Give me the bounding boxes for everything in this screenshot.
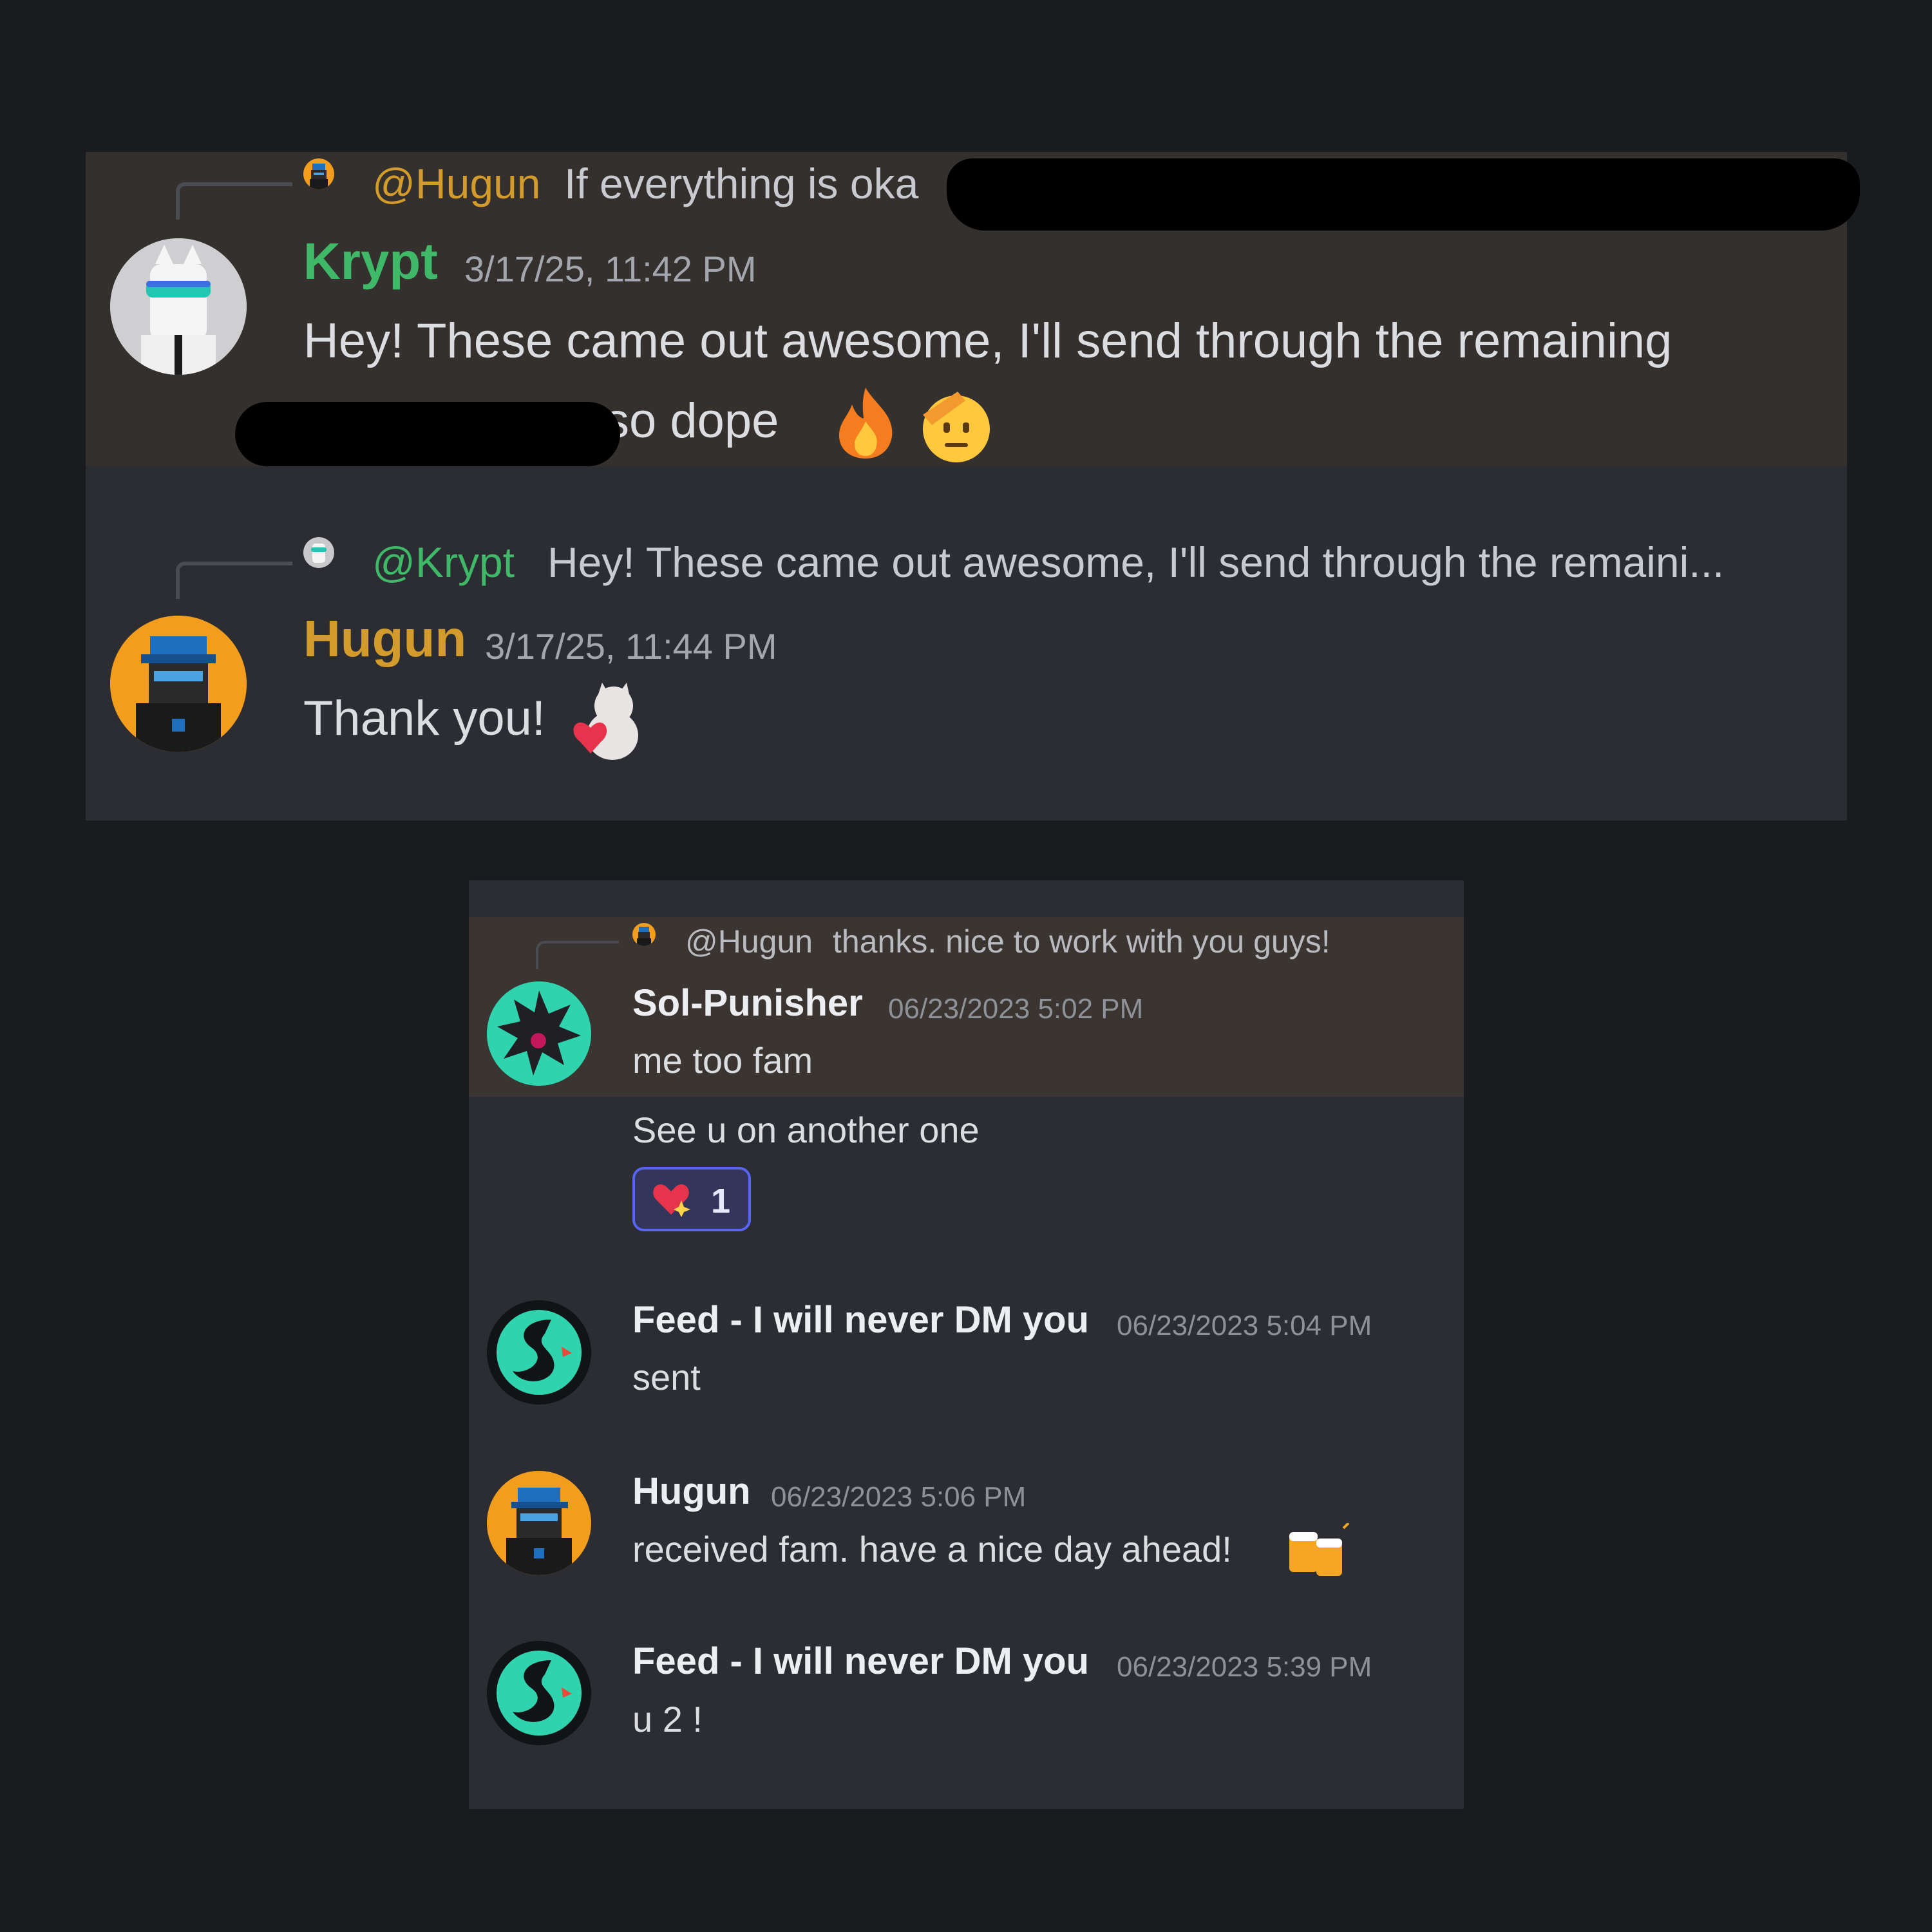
message-text: me too fam <box>632 1040 813 1081</box>
reply-connector <box>536 941 619 969</box>
reply-preview-text[interactable]: thanks. nice to work with you guys! <box>833 925 1331 958</box>
feed-avatar[interactable] <box>487 1300 591 1405</box>
saluting-face-emoji[interactable] <box>918 389 994 465</box>
hugun-avatar[interactable] <box>110 616 247 752</box>
reply-mention[interactable]: @Krypt <box>372 541 515 583</box>
feed-avatar[interactable] <box>487 1641 591 1745</box>
krypt-avatar[interactable] <box>110 238 247 375</box>
cat-heart-sticker[interactable] <box>567 683 645 761</box>
top-chat-panel: @Hugun If everything is oka ... Krypt 3/… <box>86 152 1860 820</box>
message-timestamp[interactable]: 06/23/2023 5:02 PM <box>888 995 1143 1023</box>
message-timestamp[interactable]: 06/23/2023 5:04 PM <box>1117 1312 1372 1340</box>
fire-emoji[interactable] <box>830 385 901 460</box>
reply-preview-text[interactable]: Hey! These came out awesome, I'll send t… <box>547 541 1724 583</box>
author-name-krypt[interactable]: Krypt <box>303 236 438 287</box>
clinking-beer-mugs-emoji[interactable] <box>1287 1522 1352 1581</box>
message-text: received fam. have a nice day ahead! <box>632 1529 1232 1569</box>
message-text: u 2 ! <box>632 1699 703 1739</box>
redaction-mark <box>235 402 620 466</box>
hugun-avatar[interactable] <box>487 1471 591 1575</box>
message-text: sent <box>632 1357 701 1397</box>
author-name-feed[interactable]: Feed - I will never DM you <box>632 1302 1089 1339</box>
sol-punisher-avatar[interactable] <box>487 981 591 1086</box>
message-text-line2: so dope <box>605 393 779 448</box>
bottom-chat-panel: @Hugun thanks. nice to work with you guy… <box>469 880 1464 1809</box>
message-text-line1: Hey! These came out awesome, I'll send t… <box>303 314 1672 368</box>
hugun-mini-avatar[interactable] <box>632 923 656 946</box>
krypt-mini-avatar[interactable] <box>303 537 334 568</box>
reply-mention[interactable]: @Hugun <box>685 925 813 958</box>
author-name-hugun[interactable]: Hugun <box>632 1473 751 1510</box>
reply-preview-text[interactable]: If everything is oka <box>564 162 918 205</box>
reaction-count: 1 <box>711 1182 731 1220</box>
sparkling-heart-emoji <box>652 1181 690 1217</box>
author-name-hugun[interactable]: Hugun <box>303 613 466 665</box>
redaction-mark <box>947 158 1860 231</box>
reply-connector <box>176 562 292 599</box>
message-timestamp[interactable]: 06/23/2023 5:06 PM <box>771 1483 1026 1511</box>
author-name-sol-punisher[interactable]: Sol-Punisher <box>632 985 863 1022</box>
message-timestamp[interactable]: 06/23/2023 5:39 PM <box>1117 1653 1372 1681</box>
reply-connector <box>176 182 292 220</box>
message-text: Thank you! <box>303 691 545 746</box>
message-timestamp[interactable]: 3/17/25, 11:42 PM <box>464 251 757 287</box>
author-name-feed[interactable]: Feed - I will never DM you <box>632 1643 1089 1680</box>
reaction-pill[interactable]: 1 <box>632 1167 751 1231</box>
message-timestamp[interactable]: 3/17/25, 11:44 PM <box>485 629 777 665</box>
reply-mention[interactable]: @Hugun <box>372 162 541 205</box>
hugun-mini-avatar[interactable] <box>303 158 334 189</box>
message-text-followup: See u on another one <box>632 1110 980 1150</box>
